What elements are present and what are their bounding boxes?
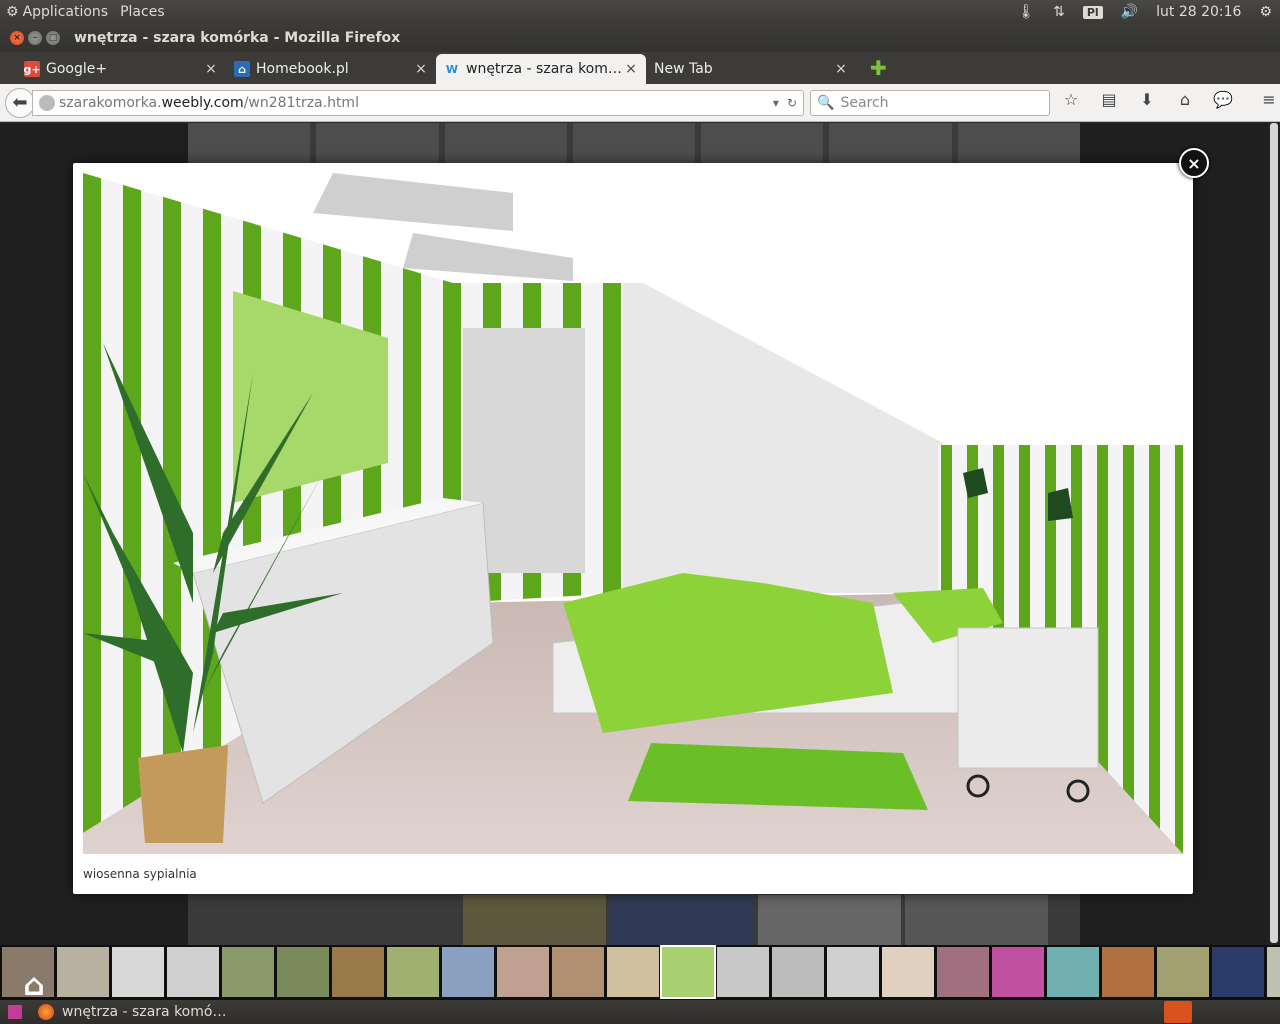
homebook-logo-icon[interactable]: ⌂ [16, 968, 52, 1004]
gallery-thumbnail[interactable] [442, 947, 494, 997]
gallery-thumbnail[interactable] [772, 947, 824, 997]
dropdown-arrow-icon[interactable]: ▾ [773, 96, 779, 110]
lightbox-close-button[interactable]: × [1179, 148, 1209, 178]
url-host: weebly.com [161, 95, 244, 111]
bottom-taskbar: wnętrza - szara komó… [0, 1000, 1280, 1024]
ubuntu-logo-icon: ⚙ [6, 4, 19, 20]
url-bar[interactable]: szarakomorka. weebly.com/wn281trza.html ▾… [32, 90, 804, 116]
back-button[interactable]: ⬅ [5, 87, 35, 118]
taskbar-window-button[interactable]: wnętrza - szara komó… [62, 1004, 226, 1020]
reading-list-icon[interactable]: ▤ [1098, 90, 1120, 109]
gallery-thumbnail[interactable] [112, 947, 164, 997]
search-input[interactable]: 🔍 Search [810, 90, 1050, 116]
scrollbar-thumb[interactable] [1270, 123, 1278, 943]
vertical-scrollbar[interactable] [1268, 123, 1280, 1000]
gallery-thumbnail[interactable] [497, 947, 549, 997]
gallery-thumbnail[interactable] [387, 947, 439, 997]
window-close-button[interactable]: × [10, 31, 24, 45]
gallery-thumbnail[interactable] [277, 947, 329, 997]
gallery-thumbnail[interactable] [607, 947, 659, 997]
gallery-thumbnail[interactable] [717, 947, 769, 997]
places-label: Places [120, 4, 165, 20]
site-identity-icon[interactable] [39, 95, 55, 111]
bedroom-render-illustration [83, 173, 1183, 854]
tab-wnetrza[interactable]: W wnętrza - szara kom… × [436, 54, 646, 84]
gallery-thumbnail[interactable] [937, 947, 989, 997]
firefox-icon [38, 1004, 54, 1020]
new-tab-plus-icon[interactable]: ✚ [870, 56, 887, 80]
tab-new-tab[interactable]: New Tab × [646, 54, 856, 84]
download-arrow-icon[interactable]: ⬇ [1136, 90, 1158, 109]
gallery-thumbnail[interactable] [332, 947, 384, 997]
gallery-thumbnail[interactable] [57, 947, 109, 997]
tab-label: New Tab [654, 61, 713, 77]
firefox-tray-icon[interactable] [1164, 1001, 1192, 1023]
tab-close-icon[interactable]: × [832, 61, 850, 77]
bookmark-star-icon[interactable]: ☆ [1060, 90, 1082, 109]
home-icon[interactable]: ⌂ [1174, 90, 1196, 109]
tab-label: Google+ [46, 61, 108, 77]
url-prefix: szarakomorka. [59, 95, 162, 111]
gallery-thumbnail[interactable] [827, 947, 879, 997]
tab-close-icon[interactable]: × [202, 61, 220, 77]
gallery-thumbnail[interactable] [167, 947, 219, 997]
top-panel: ⚙ Applications Places 🌡 ⇅ Pl 🔊 lut 28 20… [0, 0, 1280, 24]
gallery-thumbnail[interactable] [992, 947, 1044, 997]
arrow-left-icon: ⬅ [12, 92, 28, 113]
tab-strip: g+ Google+ × ⌂ Homebook.pl × W wnętrza -… [0, 52, 1280, 84]
bedroom-render-image [83, 173, 1183, 854]
tab-close-icon[interactable]: × [412, 61, 430, 77]
gallery-thumbnail[interactable] [1267, 947, 1280, 997]
chat-icon[interactable]: 💬 [1212, 90, 1234, 109]
image-caption: wiosenna sypialnia [83, 867, 197, 881]
window-title: wnętrza - szara komórka - Mozilla Firefo… [74, 30, 401, 46]
gallery-thumbnail[interactable] [552, 947, 604, 997]
window-minimize-button[interactable]: – [28, 31, 42, 45]
window-maximize-button[interactable]: □ [46, 31, 60, 45]
applications-menu[interactable]: ⚙ Applications [0, 4, 114, 20]
tab-label: wnętrza - szara kom… [466, 61, 622, 77]
tab-homebook[interactable]: ⌂ Homebook.pl × [226, 54, 436, 84]
search-placeholder: Search [840, 95, 889, 111]
clock[interactable]: lut 28 20:16 [1156, 4, 1241, 20]
gallery-thumbnail[interactable] [1212, 947, 1264, 997]
temperature-icon[interactable]: 🌡 [1017, 4, 1035, 20]
keyboard-layout-indicator[interactable]: Pl [1082, 5, 1103, 19]
places-menu[interactable]: Places [114, 4, 171, 20]
close-icon: × [1187, 153, 1201, 173]
network-icon[interactable]: ⇅ [1053, 4, 1065, 20]
gallery-thumbnail[interactable] [1047, 947, 1099, 997]
gallery-thumbnail-active[interactable] [660, 945, 716, 999]
reload-icon[interactable]: ↻ [787, 96, 797, 110]
tab-label: Homebook.pl [256, 61, 349, 77]
gallery-thumbnail[interactable] [882, 947, 934, 997]
volume-icon[interactable]: 🔊 [1121, 4, 1138, 20]
gallery-thumbnail[interactable] [1102, 947, 1154, 997]
gallery-thumbnail-strip [0, 945, 1280, 1000]
gear-icon[interactable]: ⚙ [1259, 4, 1272, 20]
applications-label: Applications [22, 4, 109, 20]
search-icon: 🔍 [817, 95, 835, 111]
background-gallery-bottom [463, 895, 1048, 947]
nav-toolbar: ⬅ szarakomorka. weebly.com/wn281trza.html… [0, 84, 1280, 122]
url-path: /wn281trza.html [243, 95, 359, 111]
weebly-icon: W [445, 62, 459, 76]
background-gallery-top [188, 123, 1080, 163]
window-titlebar: × – □ wnętrza - szara komórka - Mozilla … [0, 24, 1280, 52]
lightbox: wiosenna sypialnia [73, 163, 1193, 894]
gallery-thumbnail[interactable] [1157, 947, 1209, 997]
hamburger-menu-icon[interactable]: ≡ [1258, 90, 1280, 109]
tab-google-plus[interactable]: g+ Google+ × [16, 54, 226, 84]
google-plus-icon: g+ [23, 61, 41, 77]
workspace-switcher-icon[interactable] [8, 1005, 22, 1019]
tab-close-icon[interactable]: × [622, 61, 640, 77]
page-content: wiosenna sypialnia × [0, 123, 1280, 1000]
homebook-icon: ⌂ [234, 61, 250, 77]
gallery-thumbnail[interactable] [222, 947, 274, 997]
